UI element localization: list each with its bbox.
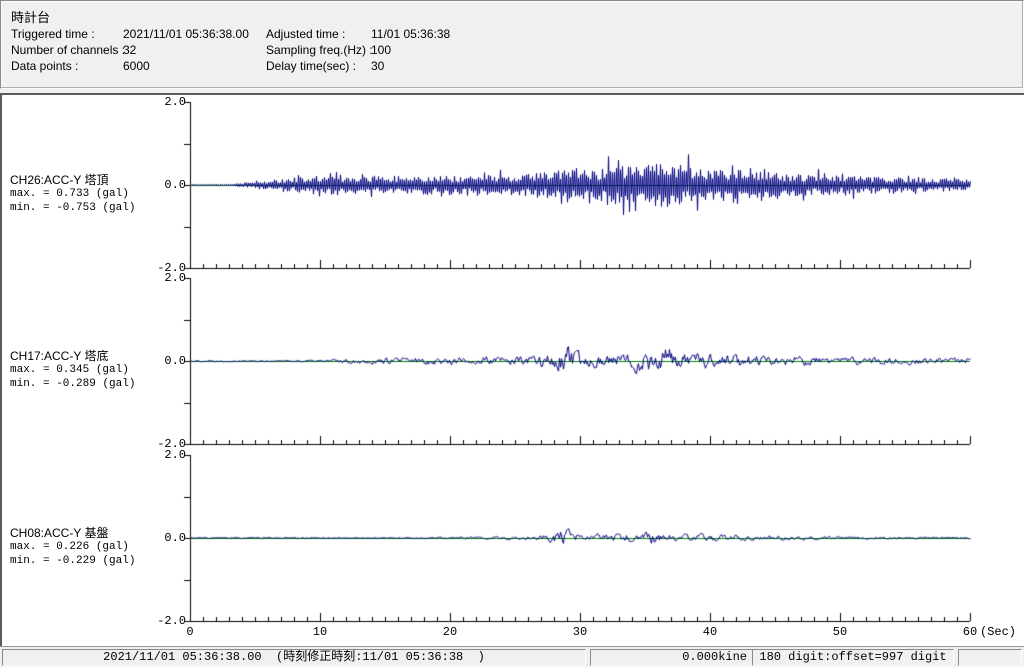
y-axis-label-zero: 0.0 xyxy=(152,178,186,192)
channel-name: CH17:ACC-Y 塔底 xyxy=(10,349,170,363)
channel-max-value: max. = 0.345 (gal) xyxy=(10,363,170,377)
channel-max-value: max. = 0.226 (gal) xyxy=(10,540,170,554)
triggered-time-label: Triggered time : xyxy=(11,27,95,41)
channel-info-ch08: CH08:ACC-Y 基盤 max. = 0.226 (gal) min. = … xyxy=(10,526,170,568)
y-axis-label-zero: 0.0 xyxy=(152,354,186,368)
y-axis-label-top: 2.0 xyxy=(152,448,186,462)
channel-min-value: min. = -0.753 (gal) xyxy=(10,201,170,215)
waveform-plot-area: CH26:ACC-Y 塔頂 max. = 0.733 (gal) min. = … xyxy=(0,93,1024,648)
window-title: 時計台 xyxy=(11,7,50,26)
x-tick-20: 20 xyxy=(435,625,465,639)
triggered-time-value: 2021/11/01 05:36:38.00 xyxy=(123,27,249,41)
status-digit-text: 180 digit:offset=997 digit xyxy=(759,650,946,664)
channel-min-value: min. = -0.289 (gal) xyxy=(10,377,170,391)
y-axis-label-zero: 0.0 xyxy=(152,531,186,545)
num-channels-label: Number of channels : xyxy=(11,43,125,57)
x-tick-10: 10 xyxy=(305,625,335,639)
x-axis-unit: (Sec) xyxy=(980,625,1016,639)
status-time-section: 2021/11/01 05:36:38.00 (時刻修正時刻:11/01 05:… xyxy=(2,649,586,666)
sampling-freq-value: 100 xyxy=(371,43,391,57)
status-digit-section: 180 digit:offset=997 digit xyxy=(752,649,954,666)
channel-name: CH08:ACC-Y 基盤 xyxy=(10,526,170,540)
y-axis-label-top: 2.0 xyxy=(152,95,186,109)
status-kine-section: 0.000kine xyxy=(590,649,754,666)
status-time-text: 2021/11/01 05:36:38.00 (時刻修正時刻:11/01 05:… xyxy=(103,650,485,664)
status-kine-value: 0.000kine xyxy=(682,650,747,664)
channel-info-ch26: CH26:ACC-Y 塔頂 max. = 0.733 (gal) min. = … xyxy=(10,173,170,215)
channel-min-value: min. = -0.229 (gal) xyxy=(10,554,170,568)
delay-time-value: 30 xyxy=(371,59,384,73)
data-points-label: Data points : xyxy=(11,59,78,73)
channel-info-ch17: CH17:ACC-Y 塔底 max. = 0.345 (gal) min. = … xyxy=(10,349,170,391)
num-channels-value: 32 xyxy=(123,43,136,57)
sampling-freq-label: Sampling freq.(Hz) : xyxy=(266,43,373,57)
channel-name: CH26:ACC-Y 塔頂 xyxy=(10,173,170,187)
x-tick-40: 40 xyxy=(695,625,725,639)
status-bar: 2021/11/01 05:36:38.00 (時刻修正時刻:11/01 05:… xyxy=(0,646,1024,667)
header-panel: 時計台 Triggered time : 2021/11/01 05:36:38… xyxy=(0,0,1024,89)
data-points-value: 6000 xyxy=(123,59,150,73)
y-axis-label-top: 2.0 xyxy=(152,271,186,285)
delay-time-label: Delay time(sec) : xyxy=(266,59,356,73)
status-empty-section xyxy=(958,649,1022,666)
channel-max-value: max. = 0.733 (gal) xyxy=(10,187,170,201)
app-window: 時計台 Triggered time : 2021/11/01 05:36:38… xyxy=(0,0,1024,667)
x-tick-30: 30 xyxy=(565,625,595,639)
adjusted-time-label: Adjusted time : xyxy=(266,27,345,41)
x-tick-0: 0 xyxy=(175,625,205,639)
x-tick-50: 50 xyxy=(825,625,855,639)
adjusted-time-value: 11/01 05:36:38 xyxy=(371,27,450,41)
